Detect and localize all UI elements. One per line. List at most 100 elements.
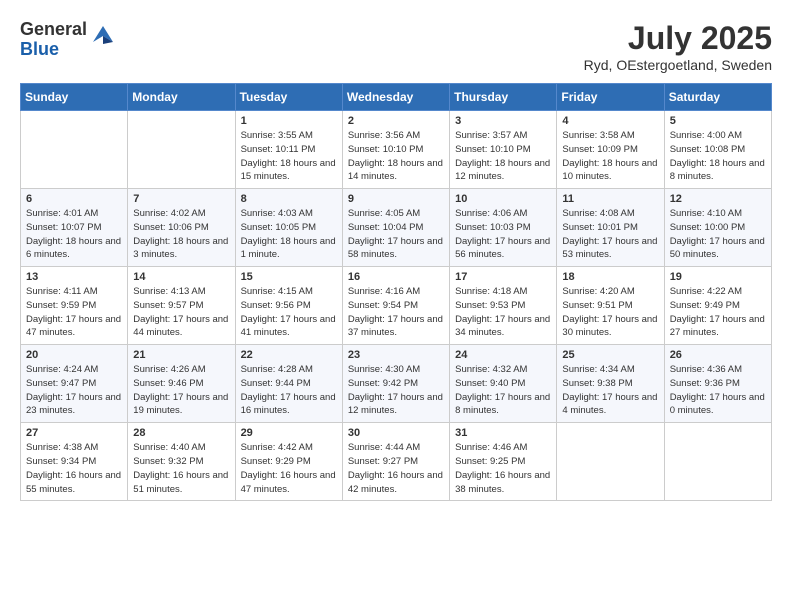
calendar-cell: 20 Sunrise: 4:24 AMSunset: 9:47 PMDayligh… <box>21 345 128 423</box>
day-info: Sunrise: 4:32 AMSunset: 9:40 PMDaylight:… <box>455 363 551 418</box>
day-info: Sunrise: 4:26 AMSunset: 9:46 PMDaylight:… <box>133 363 229 418</box>
day-of-week-header: Sunday <box>21 84 128 111</box>
calendar-table: SundayMondayTuesdayWednesdayThursdayFrid… <box>20 83 772 501</box>
calendar-cell: 13Sunrise: 4:11 AMSunset: 9:59 PMDayligh… <box>21 267 128 345</box>
day-info: Sunrise: 4:10 AMSunset: 10:00 PMDaylight… <box>670 207 766 262</box>
calendar-week-row: 1 Sunrise: 3:55 AMSunset: 10:11 PMDayligh… <box>21 111 772 189</box>
calendar-cell: 18 Sunrise: 4:20 AMSunset: 9:51 PMDayligh… <box>557 267 664 345</box>
calendar-cell: 19 Sunrise: 4:22 AMSunset: 9:49 PMDayligh… <box>664 267 771 345</box>
calendar-header-row: SundayMondayTuesdayWednesdayThursdayFrid… <box>21 84 772 111</box>
day-number: 29 <box>241 427 337 439</box>
day-number: 11 <box>562 193 658 205</box>
day-number: 28 <box>133 427 229 439</box>
calendar-cell: 25 Sunrise: 4:34 AMSunset: 9:38 PMDayligh… <box>557 345 664 423</box>
day-number: 13 <box>26 271 122 283</box>
day-of-week-header: Wednesday <box>342 84 449 111</box>
day-number: 10 <box>455 193 551 205</box>
logo: General Blue <box>20 20 116 60</box>
day-info: Sunrise: 4:08 AMSunset: 10:01 PMDaylight… <box>562 207 658 262</box>
day-number: 19 <box>670 271 766 283</box>
calendar-cell: 23Sunrise: 4:30 AMSunset: 9:42 PMDayligh… <box>342 345 449 423</box>
calendar-cell: 29 Sunrise: 4:42 AMSunset: 9:29 PMDayligh… <box>235 423 342 501</box>
day-number: 1 <box>241 115 337 127</box>
day-info: Sunrise: 4:16 AMSunset: 9:54 PMDaylight:… <box>348 285 444 340</box>
day-number: 26 <box>670 349 766 361</box>
day-number: 15 <box>241 271 337 283</box>
day-info: Sunrise: 4:42 AMSunset: 9:29 PMDaylight:… <box>241 441 337 496</box>
day-info: Sunrise: 4:38 AMSunset: 9:34 PMDaylight:… <box>26 441 122 496</box>
month-title: July 2025 <box>584 20 772 57</box>
day-number: 24 <box>455 349 551 361</box>
day-of-week-header: Friday <box>557 84 664 111</box>
calendar-week-row: 20 Sunrise: 4:24 AMSunset: 9:47 PMDayligh… <box>21 345 772 423</box>
calendar-cell: 1 Sunrise: 3:55 AMSunset: 10:11 PMDayligh… <box>235 111 342 189</box>
day-number: 23 <box>348 349 444 361</box>
day-number: 14 <box>133 271 229 283</box>
day-info: Sunrise: 4:03 AMSunset: 10:05 PMDaylight… <box>241 207 337 262</box>
calendar-cell: 6 Sunrise: 4:01 AMSunset: 10:07 PMDayligh… <box>21 189 128 267</box>
calendar-cell: 5 Sunrise: 4:00 AMSunset: 10:08 PMDayligh… <box>664 111 771 189</box>
calendar-cell: 30 Sunrise: 4:44 AMSunset: 9:27 PMDayligh… <box>342 423 449 501</box>
calendar-cell: 28Sunrise: 4:40 AMSunset: 9:32 PMDayligh… <box>128 423 235 501</box>
calendar-cell <box>557 423 664 501</box>
title-block: July 2025 Ryd, OEstergoetland, Sweden <box>584 20 772 73</box>
calendar-cell: 8 Sunrise: 4:03 AMSunset: 10:05 PMDayligh… <box>235 189 342 267</box>
day-info: Sunrise: 4:44 AMSunset: 9:27 PMDaylight:… <box>348 441 444 496</box>
day-number: 9 <box>348 193 444 205</box>
day-info: Sunrise: 4:46 AMSunset: 9:25 PMDaylight:… <box>455 441 551 496</box>
day-number: 2 <box>348 115 444 127</box>
day-number: 6 <box>26 193 122 205</box>
day-info: Sunrise: 4:20 AMSunset: 9:51 PMDaylight:… <box>562 285 658 340</box>
calendar-week-row: 27 Sunrise: 4:38 AMSunset: 9:34 PMDayligh… <box>21 423 772 501</box>
day-info: Sunrise: 4:02 AMSunset: 10:06 PMDaylight… <box>133 207 229 262</box>
day-number: 7 <box>133 193 229 205</box>
logo-blue: Blue <box>20 40 87 60</box>
day-info: Sunrise: 4:01 AMSunset: 10:07 PMDaylight… <box>26 207 122 262</box>
day-number: 25 <box>562 349 658 361</box>
calendar-cell: 17Sunrise: 4:18 AMSunset: 9:53 PMDayligh… <box>450 267 557 345</box>
day-of-week-header: Thursday <box>450 84 557 111</box>
calendar-cell: 11 Sunrise: 4:08 AMSunset: 10:01 PMDaylig… <box>557 189 664 267</box>
calendar-cell <box>664 423 771 501</box>
day-number: 12 <box>670 193 766 205</box>
day-info: Sunrise: 4:05 AMSunset: 10:04 PMDaylight… <box>348 207 444 262</box>
calendar-cell: 9 Sunrise: 4:05 AMSunset: 10:04 PMDayligh… <box>342 189 449 267</box>
calendar-cell: 21 Sunrise: 4:26 AMSunset: 9:46 PMDayligh… <box>128 345 235 423</box>
calendar-cell: 2Sunrise: 3:56 AMSunset: 10:10 PMDayligh… <box>342 111 449 189</box>
day-number: 8 <box>241 193 337 205</box>
calendar-cell <box>21 111 128 189</box>
day-of-week-header: Saturday <box>664 84 771 111</box>
day-number: 27 <box>26 427 122 439</box>
day-number: 16 <box>348 271 444 283</box>
calendar-cell: 31Sunrise: 4:46 AMSunset: 9:25 PMDayligh… <box>450 423 557 501</box>
day-number: 21 <box>133 349 229 361</box>
day-info: Sunrise: 3:55 AMSunset: 10:11 PMDaylight… <box>241 129 337 184</box>
day-number: 5 <box>670 115 766 127</box>
day-info: Sunrise: 3:58 AMSunset: 10:09 PMDaylight… <box>562 129 658 184</box>
calendar-cell: 27 Sunrise: 4:38 AMSunset: 9:34 PMDayligh… <box>21 423 128 501</box>
day-info: Sunrise: 4:28 AMSunset: 9:44 PMDaylight:… <box>241 363 337 418</box>
calendar-cell: 7 Sunrise: 4:02 AMSunset: 10:06 PMDayligh… <box>128 189 235 267</box>
day-of-week-header: Monday <box>128 84 235 111</box>
day-info: Sunrise: 4:24 AMSunset: 9:47 PMDaylight:… <box>26 363 122 418</box>
calendar-cell: 12 Sunrise: 4:10 AMSunset: 10:00 PMDaylig… <box>664 189 771 267</box>
day-number: 20 <box>26 349 122 361</box>
day-info: Sunrise: 4:34 AMSunset: 9:38 PMDaylight:… <box>562 363 658 418</box>
day-info: Sunrise: 4:15 AMSunset: 9:56 PMDaylight:… <box>241 285 337 340</box>
day-info: Sunrise: 4:00 AMSunset: 10:08 PMDaylight… <box>670 129 766 184</box>
day-number: 30 <box>348 427 444 439</box>
calendar-cell: 22Sunrise: 4:28 AMSunset: 9:44 PMDayligh… <box>235 345 342 423</box>
day-info: Sunrise: 4:22 AMSunset: 9:49 PMDaylight:… <box>670 285 766 340</box>
day-of-week-header: Tuesday <box>235 84 342 111</box>
calendar-cell: 24 Sunrise: 4:32 AMSunset: 9:40 PMDayligh… <box>450 345 557 423</box>
calendar-week-row: 6 Sunrise: 4:01 AMSunset: 10:07 PMDayligh… <box>21 189 772 267</box>
day-info: Sunrise: 4:06 AMSunset: 10:03 PMDaylight… <box>455 207 551 262</box>
day-info: Sunrise: 4:13 AMSunset: 9:57 PMDaylight:… <box>133 285 229 340</box>
calendar-cell: 3Sunrise: 3:57 AMSunset: 10:10 PMDayligh… <box>450 111 557 189</box>
day-number: 18 <box>562 271 658 283</box>
day-info: Sunrise: 4:36 AMSunset: 9:36 PMDaylight:… <box>670 363 766 418</box>
page-header: General Blue July 2025 Ryd, OEstergoetla… <box>20 20 772 73</box>
logo-general: General <box>20 20 87 40</box>
location-title: Ryd, OEstergoetland, Sweden <box>584 57 772 73</box>
calendar-week-row: 13Sunrise: 4:11 AMSunset: 9:59 PMDayligh… <box>21 267 772 345</box>
